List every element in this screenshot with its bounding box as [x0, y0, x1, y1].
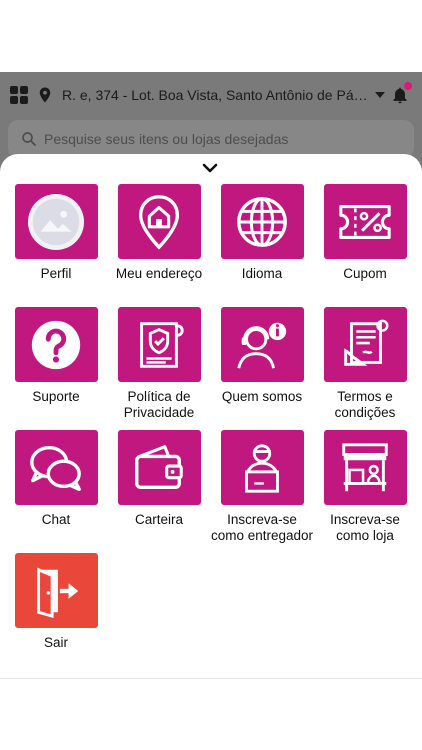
delivery-man-icon: [245, 443, 279, 493]
menu-item-label: Carteira: [134, 512, 183, 527]
menu-item-idioma[interactable]: Idioma: [210, 184, 314, 282]
menu-item-politica-privacidade[interactable]: Política de Privacidade: [107, 307, 211, 421]
notifications-button[interactable]: [390, 82, 412, 106]
notification-badge: [404, 82, 412, 90]
menu-item-label: Chat: [41, 512, 71, 527]
chat-tile: [14, 430, 98, 505]
privacy-policy-icon: [140, 321, 184, 368]
wallet-tile: [117, 430, 201, 505]
menu-item-label: Política de Privacidade: [123, 389, 195, 420]
menu-item-label: Meu endereço: [115, 266, 203, 281]
terms-tile: [323, 307, 407, 382]
menu-item-quem-somos[interactable]: Quem somos: [210, 307, 314, 405]
search-icon: [22, 132, 36, 146]
menu-item-termos[interactable]: Termos e condições: [313, 307, 417, 421]
profile-image-icon: [27, 193, 85, 250]
search-placeholder: Pesquise seus itens ou lojas desejadas: [44, 131, 289, 147]
menu-item-label: Quem somos: [221, 389, 303, 404]
about-us-icon: [237, 322, 287, 369]
chat-icon: [30, 445, 81, 491]
home-pin-icon: [138, 194, 180, 250]
top-bar: R. e, 374 - Lot. Boa Vista, Santo Antôni…: [0, 72, 422, 118]
coupon-tile: [323, 184, 407, 259]
menu-item-label: Termos e condições: [334, 389, 396, 420]
chevron-down-icon[interactable]: [201, 162, 219, 174]
menu-item-label: Perfil: [40, 266, 72, 281]
menu-item-label: Idioma: [241, 266, 283, 281]
address-tile: [117, 184, 201, 259]
about-tile: [220, 307, 304, 382]
support-tile: [14, 307, 98, 382]
location-pin-icon: [39, 87, 51, 103]
menu-item-chat[interactable]: Chat: [4, 430, 108, 528]
language-tile: [220, 184, 304, 259]
logout-icon: [37, 567, 79, 618]
menu-item-label: Suporte: [32, 389, 80, 404]
menu-item-entregador[interactable]: Inscreva-se como entregador: [210, 430, 314, 544]
menu-item-sair[interactable]: Sair: [4, 553, 108, 651]
store-icon: [342, 442, 388, 491]
menu-item-label: Sair: [43, 635, 68, 650]
globe-icon: [237, 196, 287, 247]
divider: [0, 678, 422, 679]
search-bar[interactable]: Pesquise seus itens ou lojas desejadas: [8, 120, 414, 158]
logout-tile: [14, 553, 98, 628]
address-text[interactable]: R. e, 374 - Lot. Boa Vista, Santo Antôni…: [62, 87, 370, 103]
question-icon: [31, 320, 81, 369]
menu-item-meu-endereco[interactable]: Meu endereço: [107, 184, 211, 282]
menu-item-suporte[interactable]: Suporte: [4, 307, 108, 405]
menu-item-carteira[interactable]: Carteira: [107, 430, 211, 528]
profile-tile: [14, 184, 98, 259]
menu-item-loja[interactable]: Inscreva-se como loja: [313, 430, 417, 544]
menu-item-label: Inscreva-se como entregador: [210, 512, 314, 543]
menu-item-label: Cupom: [343, 266, 387, 281]
grid-icon[interactable]: [10, 86, 28, 104]
store-tile: [323, 430, 407, 505]
coupon-icon: [339, 204, 391, 239]
wallet-icon: [135, 444, 183, 489]
terms-icon: [344, 319, 389, 366]
privacy-tile: [117, 307, 201, 382]
caret-down-icon[interactable]: [374, 89, 386, 101]
delivery-tile: [220, 430, 304, 505]
menu-sheet: Perfil Meu endereço Idioma Cupom Suporte…: [0, 154, 422, 678]
menu-item-perfil[interactable]: Perfil: [4, 184, 108, 282]
menu-item-label: Inscreva-se como loja: [330, 512, 400, 543]
menu-item-cupom[interactable]: Cupom: [313, 184, 417, 282]
